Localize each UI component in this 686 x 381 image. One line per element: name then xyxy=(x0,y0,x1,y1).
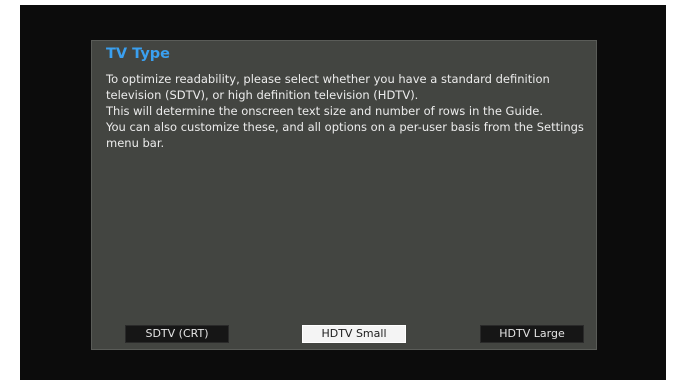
dialog-description: To optimize readability, please select w… xyxy=(106,71,590,151)
hdtv-large-button[interactable]: HDTV Large xyxy=(480,325,584,343)
dialog-title: TV Type xyxy=(106,46,170,62)
description-line: This will determine the onscreen text si… xyxy=(106,104,543,118)
tv-type-options: SDTV (CRT) HDTV Small HDTV Large xyxy=(92,325,596,347)
tv-screen: TV Type To optimize readability, please … xyxy=(20,5,666,380)
description-line: You can also customize these, and all op… xyxy=(106,120,584,150)
description-line: To optimize readability, please select w… xyxy=(106,72,550,102)
tv-type-dialog: TV Type To optimize readability, please … xyxy=(91,40,597,350)
sdtv-crt-button[interactable]: SDTV (CRT) xyxy=(125,325,229,343)
hdtv-small-button[interactable]: HDTV Small xyxy=(302,325,406,343)
